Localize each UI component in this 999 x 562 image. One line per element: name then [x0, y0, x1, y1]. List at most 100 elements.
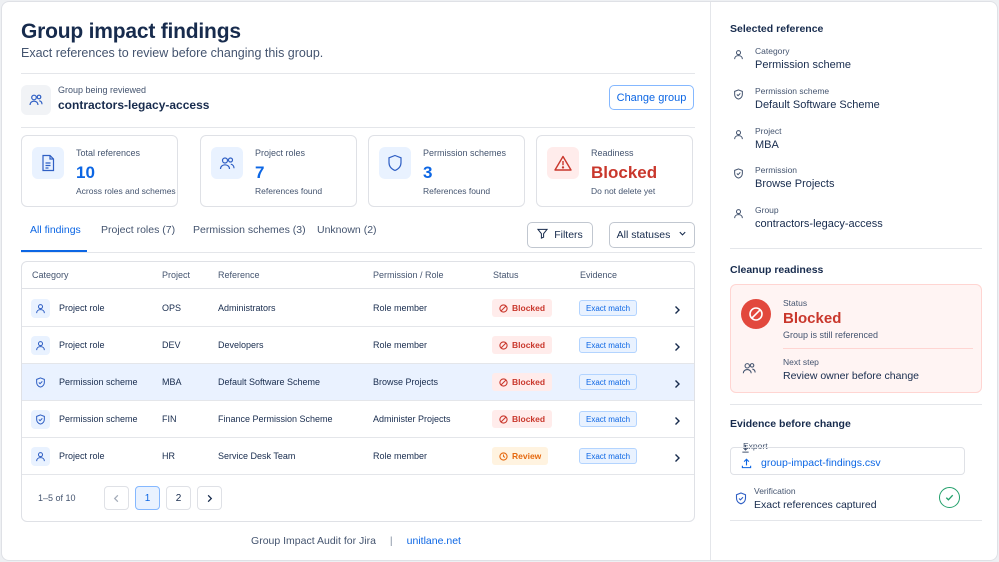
ref-label: Group — [755, 205, 779, 215]
page-2-button[interactable]: 2 — [166, 486, 191, 510]
check-icon — [939, 487, 960, 508]
ref-label: Permission scheme — [755, 86, 830, 96]
card-label: Readiness — [591, 148, 634, 158]
group-label: Group being reviewed — [58, 85, 147, 95]
export-file-name: group-impact-findings.csv — [761, 457, 881, 469]
users-icon — [21, 85, 51, 115]
evidence-badge: Exact match — [579, 448, 638, 464]
user-icon — [31, 299, 50, 318]
document-icon — [32, 147, 64, 179]
status-dropdown[interactable]: All statuses — [609, 222, 695, 248]
findings-table: Category Project Reference Permission / … — [21, 261, 695, 522]
th-permission: Permission / Role — [373, 270, 444, 280]
group-name: contractors-legacy-access — [58, 98, 210, 112]
ref-value: MBA — [755, 139, 779, 151]
shield-icon — [31, 373, 50, 392]
cell-category: Project role — [59, 303, 105, 313]
filters-button[interactable]: Filters — [527, 222, 593, 248]
chevron-right-icon[interactable] — [672, 413, 682, 431]
blocked-icon — [499, 303, 508, 313]
ref-label: Permission — [755, 165, 798, 175]
cell-reference: Finance Permission Scheme — [218, 414, 333, 424]
ref-value: contractors-legacy-access — [755, 218, 883, 230]
chevron-right-icon[interactable] — [672, 339, 682, 357]
card-sub: References found — [255, 186, 323, 196]
chevron-right-icon[interactable] — [672, 450, 682, 468]
user-icon — [733, 127, 744, 145]
ref-label: Category — [755, 46, 790, 56]
warning-icon — [547, 147, 579, 179]
cell-category: Project role — [59, 451, 105, 461]
cleanup-readiness-panel: Status Blocked Group is still referenced… — [730, 284, 982, 393]
cell-category: Permission scheme — [59, 377, 138, 387]
next-page-button[interactable] — [197, 486, 222, 510]
user-icon — [31, 447, 50, 466]
page-1-button[interactable]: 1 — [135, 486, 160, 510]
prev-page-button[interactable] — [104, 486, 129, 510]
divider — [730, 248, 982, 249]
ref-item-permission-scheme: Permission scheme Default Software Schem… — [730, 85, 982, 119]
tab-permission-schemes[interactable]: Permission schemes (3) — [193, 224, 306, 252]
table-header: Category Project Reference Permission / … — [22, 262, 694, 289]
card-project-roles: Project roles 7 References found — [200, 135, 357, 207]
table-row-selected[interactable]: Permission scheme MBA Default Software S… — [22, 364, 694, 401]
cell-permission: Role member — [373, 451, 428, 461]
cell-permission: Role member — [373, 340, 428, 350]
export-file-link[interactable]: group-impact-findings.csv — [730, 447, 965, 475]
ref-item-group: Group contractors-legacy-access — [730, 204, 982, 238]
evidence-badge: Exact match — [579, 411, 638, 427]
user-icon — [733, 206, 744, 224]
change-group-button[interactable]: Change group — [609, 85, 694, 110]
divider — [730, 404, 982, 405]
cell-project: DEV — [162, 340, 181, 350]
ref-value: Permission scheme — [755, 59, 851, 71]
tab-project-roles[interactable]: Project roles (7) — [101, 224, 175, 252]
card-value: Blocked — [591, 163, 658, 182]
chevron-right-icon — [207, 494, 213, 502]
next-step-value: Review owner before change — [783, 370, 919, 382]
shield-icon — [733, 166, 744, 184]
status-badge: Review — [492, 447, 549, 465]
selected-reference-title: Selected reference — [730, 23, 824, 35]
status-sub: Group is still referenced — [783, 330, 879, 340]
verification-value: Exact references captured — [754, 499, 877, 511]
cell-permission: Role member — [373, 303, 428, 313]
status-value: Blocked — [783, 310, 842, 327]
card-sub: Do not delete yet — [591, 186, 656, 196]
card-sub: References found — [423, 186, 491, 196]
th-project: Project — [162, 270, 191, 280]
cleanup-readiness-title: Cleanup readiness — [730, 264, 824, 276]
chevron-right-icon[interactable] — [672, 376, 682, 394]
tab-all-findings[interactable]: All findings — [30, 224, 81, 252]
main-panel: Group impact findings Exact references t… — [2, 2, 710, 560]
user-icon — [31, 336, 50, 355]
tabs-divider — [21, 252, 695, 253]
table-row[interactable]: Permission scheme FIN Finance Permission… — [22, 401, 694, 438]
table-row[interactable]: Project role HR Service Desk Team Role m… — [22, 438, 694, 475]
chevron-right-icon[interactable] — [672, 302, 682, 320]
app-frame: Group impact findings Exact references t… — [1, 1, 998, 561]
cell-category: Project role — [59, 340, 105, 350]
th-category: Category — [32, 270, 69, 280]
th-evidence: Evidence — [580, 270, 618, 280]
table-row[interactable]: Project role OPS Administrators Role mem… — [22, 290, 694, 327]
clock-icon — [499, 451, 508, 461]
card-value: 7 — [255, 163, 265, 182]
shield-icon — [31, 410, 50, 429]
table-row[interactable]: Project role DEV Developers Role member … — [22, 327, 694, 364]
chevron-down-icon — [678, 229, 687, 241]
filters-label: Filters — [554, 229, 583, 241]
card-total-references: Total references 10 Across roles and sch… — [21, 135, 178, 207]
status-badge: Blocked — [492, 410, 553, 428]
tab-unknown[interactable]: Unknown (2) — [317, 224, 377, 252]
divider — [730, 520, 982, 521]
th-status: Status — [493, 270, 519, 280]
cell-category: Permission scheme — [59, 414, 138, 424]
ref-item-permission: Permission Browse Projects — [730, 164, 982, 198]
evidence-badge: Exact match — [579, 374, 638, 390]
footer-link[interactable]: unitlane.net — [407, 535, 461, 547]
th-reference: Reference — [218, 270, 260, 280]
evidence-title: Evidence before change — [730, 418, 851, 430]
ref-value: Default Software Scheme — [755, 99, 880, 111]
cell-permission: Browse Projects — [373, 377, 439, 387]
